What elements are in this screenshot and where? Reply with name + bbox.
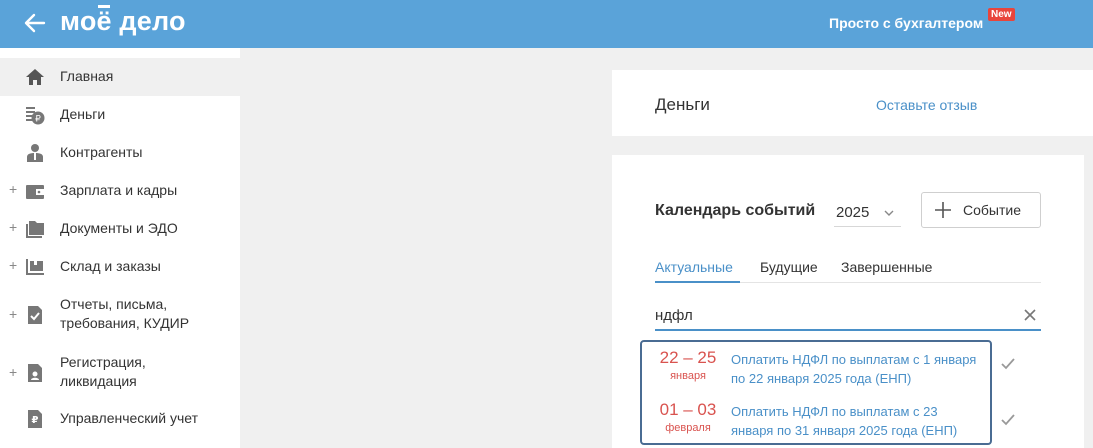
- sidebar-item-label: Склад и заказы: [60, 258, 161, 274]
- expand-plus-icon[interactable]: +: [9, 257, 17, 273]
- money-card: Деньги Оставьте отзыв: [612, 70, 1093, 136]
- svg-text:₽: ₽: [35, 115, 41, 125]
- year-value: 2025: [836, 204, 870, 221]
- home-icon: [26, 69, 44, 85]
- registration-icon: [28, 364, 42, 382]
- expand-plus-icon[interactable]: +: [9, 219, 17, 235]
- ruble-doc-icon: ₽: [28, 410, 42, 428]
- active-tab-indicator: [655, 281, 740, 283]
- event-list: 22 – 25 января Оплатить НДФЛ по выплатам…: [640, 340, 992, 445]
- sidebar-item-home[interactable]: Главная: [0, 58, 240, 96]
- event-dates: 01 – 03: [659, 400, 717, 419]
- calendar-title: Календарь событий: [655, 202, 816, 219]
- svg-text:₽: ₽: [32, 415, 39, 426]
- search-field: [655, 301, 1041, 331]
- sidebar-item-reports[interactable]: + Отчеты, письма, требования, КУДИР: [0, 286, 240, 344]
- sidebar-item-documents[interactable]: + Документы и ЭДО: [0, 210, 240, 248]
- sidebar-item-warehouse[interactable]: + Склад и заказы: [0, 248, 240, 286]
- expand-plus-icon[interactable]: +: [9, 306, 17, 322]
- event-month: февраля: [665, 422, 711, 434]
- sidebar: Главная ₽ Деньги Контрагенты + Зарплата …: [0, 48, 240, 448]
- search-input[interactable]: [655, 303, 1015, 327]
- checkmark-icon[interactable]: [1001, 414, 1015, 426]
- new-badge: New: [988, 8, 1015, 21]
- warehouse-icon: [26, 259, 44, 275]
- sidebar-item-management[interactable]: ₽ Управленческий учет: [0, 402, 240, 440]
- tab-completed[interactable]: Завершенные: [841, 259, 932, 275]
- logo-accent: [98, 5, 110, 8]
- expand-plus-icon[interactable]: +: [9, 364, 17, 380]
- year-select[interactable]: 2025: [834, 199, 901, 227]
- sidebar-item-money[interactable]: ₽ Деньги: [0, 96, 240, 134]
- wallet-icon: [26, 185, 44, 199]
- sidebar-item-registration[interactable]: + Регистрация, ликвидация: [0, 344, 240, 402]
- tab-current[interactable]: Актуальные: [655, 259, 733, 275]
- back-arrow-icon[interactable]: [22, 10, 48, 36]
- sidebar-item-label: Отчеты, письма, требования, КУДИР: [60, 296, 190, 331]
- sidebar-item-salary[interactable]: + Зарплата и кадры: [0, 172, 240, 210]
- sidebar-item-label: Зарплата и кадры: [60, 182, 178, 198]
- expand-plus-icon[interactable]: +: [9, 181, 17, 197]
- sidebar-item-contractors[interactable]: Контрагенты: [0, 134, 240, 172]
- sidebar-item-label: Деньги: [60, 106, 106, 122]
- chevron-down-icon: [884, 210, 894, 216]
- sidebar-item-label: Контрагенты: [60, 144, 143, 160]
- top-header: моё дело Просто с бухгалтером New: [0, 0, 1093, 48]
- event-link[interactable]: Оплатить НДФЛ по выплатам с 1 января по …: [731, 350, 981, 388]
- report-icon: [28, 306, 42, 324]
- coins-icon: ₽: [26, 107, 45, 125]
- sidebar-item-label: Управленческий учет: [60, 410, 198, 426]
- checkmark-icon[interactable]: [1001, 358, 1015, 370]
- sidebar-item-label: Документы и ЭДО: [60, 220, 178, 236]
- logo[interactable]: моё дело: [60, 6, 186, 37]
- add-event-label: Событие: [963, 202, 1021, 218]
- event-month: января: [670, 370, 706, 382]
- close-icon[interactable]: [1023, 308, 1037, 322]
- list-item: 22 – 25 января Оплатить НДФЛ по выплатам…: [642, 342, 990, 394]
- page-title: Деньги: [655, 95, 710, 114]
- person-icon: [27, 144, 43, 162]
- list-item: 01 – 03 февраля Оплатить НДФЛ по выплата…: [642, 394, 990, 446]
- event-link[interactable]: Оплатить НДФЛ по выплатам с 23 января по…: [731, 402, 981, 440]
- add-event-button[interactable]: Событие: [921, 192, 1041, 228]
- feedback-link[interactable]: Оставьте отзыв: [876, 97, 977, 113]
- event-tabs: Актуальные Будущие Завершенные: [655, 255, 1041, 283]
- folder-icon: [26, 221, 44, 238]
- accountant-link[interactable]: Просто с бухгалтером: [829, 15, 983, 31]
- sidebar-item-label: Главная: [60, 68, 114, 84]
- calendar-card: Календарь событий 2025 Событие Актуальны…: [612, 155, 1084, 448]
- tab-upcoming[interactable]: Будущие: [760, 259, 818, 275]
- sidebar-item-label: Регистрация, ликвидация: [60, 354, 146, 389]
- event-dates: 22 – 25: [659, 348, 717, 367]
- plus-icon: [935, 202, 951, 218]
